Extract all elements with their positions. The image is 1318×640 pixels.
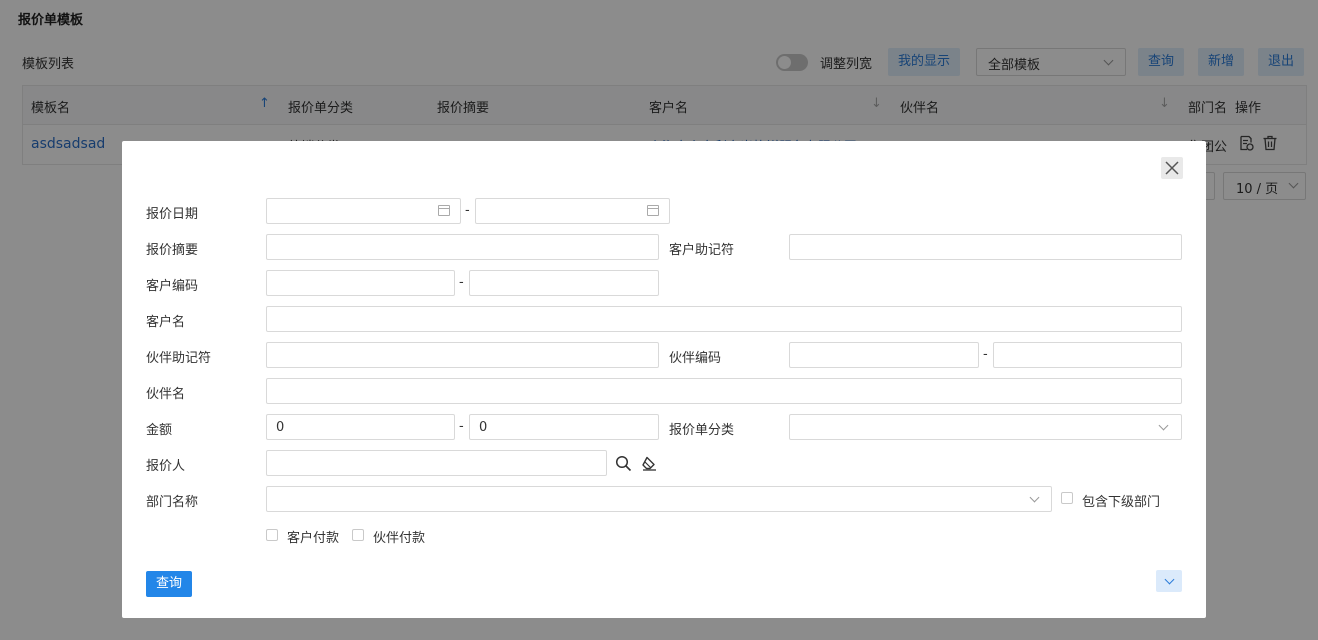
chevron-down-icon <box>1158 420 1169 431</box>
calendar-icon <box>647 205 659 216</box>
calendar-icon <box>438 205 450 216</box>
include-sub-dept-checkbox[interactable] <box>1061 492 1073 504</box>
customer-code-from-input[interactable] <box>266 270 455 296</box>
close-button[interactable] <box>1161 157 1183 179</box>
partner-code-label: 伙伴编码 <box>669 351 722 366</box>
expand-button[interactable] <box>1156 570 1182 592</box>
quote-date-label: 报价日期 <box>146 207 199 222</box>
partner-name-label: 伙伴名 <box>146 387 186 402</box>
quoter-input[interactable] <box>266 450 607 476</box>
range-separator: - <box>459 275 464 290</box>
quote-date-to-input[interactable] <box>475 198 670 224</box>
customer-code-label: 客户编码 <box>146 279 199 294</box>
search-icon[interactable] <box>615 455 632 472</box>
quote-category-label: 报价单分类 <box>669 423 735 438</box>
eraser-icon[interactable] <box>641 455 658 472</box>
quoter-label: 报价人 <box>146 459 186 474</box>
include-sub-dept-label[interactable]: 包含下级部门 <box>1082 491 1160 510</box>
advanced-search-modal: 报价日期 - 报价摘要 客户助记符 客户编码 - 客户名 伙伴助记符 伙伴编码 … <box>122 141 1206 618</box>
chevron-down-icon <box>1164 574 1175 585</box>
customer-mnemonic-label: 客户助记符 <box>669 243 735 258</box>
close-icon <box>1165 161 1179 175</box>
partner-code-to-input[interactable] <box>993 342 1182 368</box>
dept-name-label: 部门名称 <box>146 495 199 510</box>
customer-pay-label[interactable]: 客户付款 <box>287 527 339 546</box>
amount-from-value: 0 <box>276 420 285 435</box>
quote-date-from-input[interactable] <box>266 198 461 224</box>
chevron-down-icon <box>1029 492 1040 503</box>
customer-mnemonic-input[interactable] <box>789 234 1182 260</box>
customer-pay-checkbox[interactable] <box>266 529 278 541</box>
amount-from-input[interactable]: 0 <box>266 414 455 440</box>
partner-pay-checkbox[interactable] <box>352 529 364 541</box>
partner-name-input[interactable] <box>266 378 1182 404</box>
search-button[interactable]: 查询 <box>146 571 193 597</box>
quote-summary-label: 报价摘要 <box>146 243 199 258</box>
amount-label: 金额 <box>146 423 173 438</box>
quote-summary-input[interactable] <box>266 234 659 260</box>
partner-mnemonic-label: 伙伴助记符 <box>146 351 212 366</box>
range-separator: - <box>465 203 470 218</box>
partner-code-from-input[interactable] <box>789 342 979 368</box>
customer-code-to-input[interactable] <box>469 270 659 296</box>
range-separator: - <box>459 419 464 434</box>
customer-name-label: 客户名 <box>146 315 186 330</box>
range-separator: - <box>983 347 988 362</box>
partner-pay-label[interactable]: 伙伴付款 <box>373 527 425 546</box>
customer-name-input[interactable] <box>266 306 1182 332</box>
amount-to-input[interactable]: 0 <box>469 414 659 440</box>
dept-name-select[interactable] <box>266 486 1052 512</box>
amount-to-value: 0 <box>479 420 488 435</box>
quote-category-select[interactable] <box>789 414 1182 440</box>
partner-mnemonic-input[interactable] <box>266 342 659 368</box>
